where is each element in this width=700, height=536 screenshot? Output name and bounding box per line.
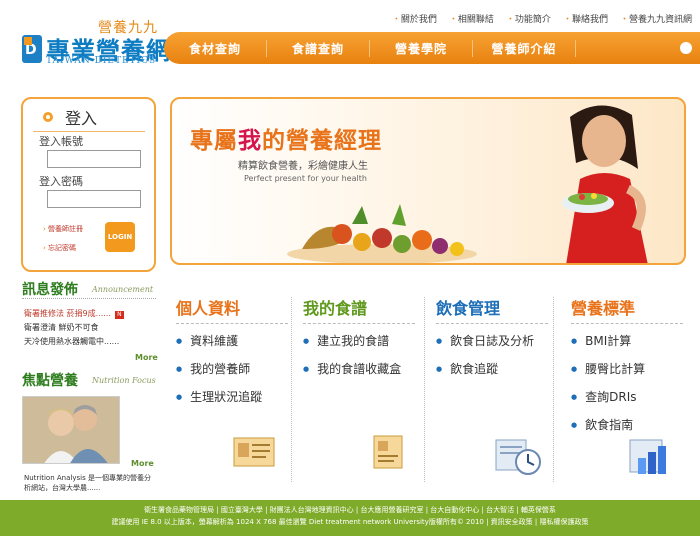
- news-item[interactable]: 衛署澄清 鮮奶不可食: [24, 322, 99, 333]
- category-recipes: 我的食譜 建立我的食譜 我的食譜收藏盒: [297, 295, 422, 388]
- divider: [436, 323, 548, 324]
- focus-title: 焦點營養: [22, 373, 78, 389]
- nav-recipe-search[interactable]: 食譜查詢: [267, 39, 370, 57]
- nav-nutrition-academy[interactable]: 營養學院: [370, 39, 473, 57]
- footer: 衛生署食品藥物管理局 | 國立臺灣大學 | 財團法人台灣地理資訊中心 | 台大應…: [0, 500, 700, 536]
- logo-icon: D: [22, 35, 42, 63]
- top-link-contact[interactable]: 聯絡我們: [563, 12, 608, 25]
- menu-item-my-dietitian[interactable]: 我的營養師: [170, 360, 295, 377]
- column-divider: [553, 297, 554, 482]
- profile-card-icon: [233, 437, 275, 467]
- menu-item-diet-log[interactable]: 飲食日誌及分析: [430, 332, 555, 349]
- password-label: 登入密碼: [39, 175, 83, 188]
- nav-ingredient-search[interactable]: 食材查詢: [164, 39, 267, 57]
- divider: [303, 323, 415, 324]
- forgot-password-link[interactable]: 忘記密碼: [43, 243, 76, 253]
- hero-banner: 專屬我的營養經理 精算飲食營養，彩繪健康人生 Perfect present f…: [170, 97, 686, 265]
- menu-item-dris[interactable]: 查詢DRIs: [565, 388, 690, 405]
- news-divider: [22, 298, 156, 299]
- top-links: 關於我們 相關聯結 功能簡介 聯絡我們 營養九九資訊網: [380, 12, 692, 25]
- focus-more-link[interactable]: More: [131, 459, 154, 468]
- recipe-card-icon: [373, 435, 403, 469]
- nav-end-dot-icon: [680, 42, 692, 54]
- bar-chart-icon: [629, 439, 666, 474]
- menu-item-health-tracking[interactable]: 生理狀況追蹤: [170, 388, 295, 405]
- dietitian-register-link[interactable]: 營養師註冊: [43, 224, 83, 234]
- focus-text[interactable]: Nutrition Analysis 是一個專業的營養分析網站，台灣大學農...…: [24, 473, 154, 493]
- top-link-info[interactable]: 營養九九資訊網: [620, 12, 692, 25]
- menu-item-diet-tracking[interactable]: 飲食追蹤: [430, 360, 555, 377]
- account-input[interactable]: [47, 150, 141, 168]
- clock-document-icon: [495, 439, 541, 475]
- category-title: 我的食譜: [303, 299, 368, 318]
- news-more-link[interactable]: More: [135, 353, 158, 362]
- banner-title: 專屬我的營養經理: [190, 121, 382, 155]
- password-input[interactable]: [47, 190, 141, 208]
- menu-item-diet-guide[interactable]: 飲食指南: [565, 416, 690, 433]
- woman-illustration: [562, 105, 648, 263]
- divider: [176, 323, 288, 324]
- menu-item-bmi[interactable]: BMI計算: [565, 332, 690, 349]
- login-button[interactable]: LOGIN: [105, 222, 135, 252]
- ring-icon: [43, 112, 53, 122]
- logo-english: TAIWAN DIETETICS: [46, 56, 157, 66]
- focus-subtitle: Nutrition Focus: [92, 376, 156, 385]
- vegetables-illustration: [287, 204, 477, 263]
- column-divider: [424, 297, 425, 482]
- couple-illustration: [23, 397, 119, 463]
- news-item[interactable]: 衛署推修法 菸捐9成...... N: [24, 308, 124, 319]
- top-link-related[interactable]: 相關聯結: [449, 12, 494, 25]
- menu-item-recipe-collection[interactable]: 我的食譜收藏盒: [297, 360, 422, 377]
- account-label: 登入帳號: [39, 135, 83, 148]
- login-title-text: 登入: [65, 109, 98, 128]
- divider: [571, 323, 683, 324]
- menu-item-waist-hip[interactable]: 腰臀比計算: [565, 360, 690, 377]
- footer-partners[interactable]: 衛生署食品藥物管理局 | 國立臺灣大學 | 財團法人台灣地理資訊中心 | 台大應…: [0, 504, 700, 516]
- banner-title-post: 的營養經理: [262, 128, 382, 154]
- top-link-about[interactable]: 關於我們: [392, 12, 437, 25]
- top-link-features[interactable]: 功能簡介: [506, 12, 551, 25]
- column-divider: [291, 297, 292, 482]
- category-personal: 個人資料 資料維護 我的營養師 生理狀況追蹤: [170, 295, 295, 416]
- menu-item-profile[interactable]: 資料維護: [170, 332, 295, 349]
- login-title: 登入: [43, 105, 97, 129]
- news-item[interactable]: 天冷使用熱水器觸電中......: [24, 336, 119, 347]
- category-title: 飲食管理: [436, 299, 501, 318]
- banner-title-emphasis: 我: [238, 128, 262, 154]
- news-title: 訊息發佈: [22, 282, 78, 298]
- news-item-text[interactable]: 衛署推修法 菸捐9成......: [24, 309, 111, 318]
- category-title: 個人資料: [176, 299, 241, 318]
- banner-title-pre: 專屬: [190, 128, 238, 154]
- new-badge: N: [114, 311, 124, 319]
- divider: [33, 131, 145, 132]
- news-subtitle: Announcement: [92, 285, 154, 294]
- focus-photo[interactable]: [22, 396, 120, 464]
- login-panel: 登入 登入帳號 登入密碼 營養師註冊 忘記密碼 LOGIN: [21, 97, 156, 272]
- menu-item-create-recipe[interactable]: 建立我的食譜: [297, 332, 422, 349]
- nav-dietitian-intro[interactable]: 營養師介紹: [473, 39, 576, 57]
- category-title: 營養標準: [571, 299, 636, 318]
- banner-subtitle: 精算飲食營養，彩繪健康人生: [238, 161, 368, 172]
- footer-copyright: 建議使用 IE 8.0 以上版本，螢幕解析為 1024 X 768 最佳瀏覽 D…: [111, 518, 589, 526]
- banner-english: Perfect present for your health: [244, 174, 367, 183]
- main-nav: 食材查詢 食譜查詢 營養學院 營養師介紹: [164, 32, 700, 64]
- category-standards: 營養標準 BMI計算 腰臀比計算 查詢DRIs 飲食指南: [565, 295, 690, 444]
- category-diet-management: 飲食管理 飲食日誌及分析 飲食追蹤: [430, 295, 555, 388]
